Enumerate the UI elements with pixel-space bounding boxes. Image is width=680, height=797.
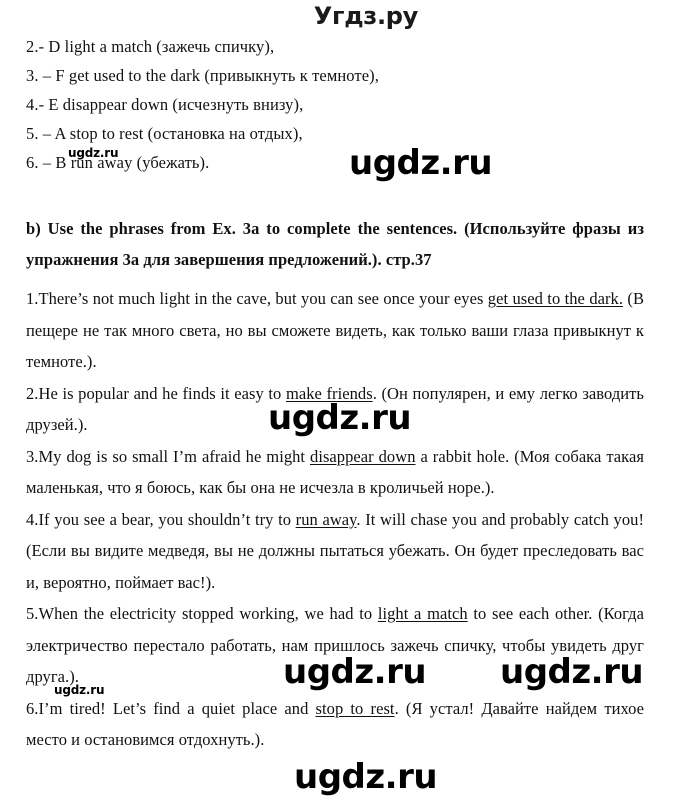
sentence-text-before: There’s not much light in the cave, but … <box>38 289 488 308</box>
answer-key-item: 6. – B run away (убежать). <box>26 153 210 172</box>
sentence-text-before: If you see a bear, you shouldn’t try to <box>38 509 296 529</box>
answer-key-item: 3. – F get used to the dark (привыкнуть … <box>26 66 379 85</box>
sentence-answer: run away <box>295 509 357 529</box>
site-header: Угдз.ру <box>0 2 680 32</box>
sentence-number: 3. <box>26 446 39 466</box>
exercise-sentence: 3.My dog is so small I’m afraid he might… <box>26 441 644 504</box>
sentence-number: 5. <box>26 604 39 623</box>
answer-key-item: 2.- D light a match (зажечь спичку), <box>26 37 275 56</box>
sentence-answer: get used to the dark. <box>487 289 624 308</box>
exercise-sentence: 2.He is popular and he finds it easy to … <box>26 378 644 441</box>
answer-key-list: 2.- D light a match (зажечь спичку), 3. … <box>26 32 644 177</box>
answer-key-item: 5. – A stop to rest (остановка на отдых)… <box>26 124 303 143</box>
sentence-text-before: He is popular and he finds it easy to <box>38 383 286 403</box>
answer-key-item: 4.- E disappear down (исчезнуть внизу), <box>26 95 304 114</box>
exercise-sentence: 4.If you see a bear, you shouldn’t try t… <box>26 504 644 599</box>
sentence-number: 6. <box>26 698 39 718</box>
sentence-answer: make friends <box>285 383 373 403</box>
sentence-text-before: My dog is so small I’m afraid he might <box>38 446 311 466</box>
exercise-sentence: 1.There’s not much light in the cave, bu… <box>26 283 644 378</box>
watermark: ugdz.ru <box>294 757 438 797</box>
sentence-text-before: I’m tired! Let’s find a quiet place and <box>38 698 316 718</box>
document-content: 2.- D light a match (зажечь спичку), 3. … <box>0 32 680 756</box>
exercise-sentence: 6.I’m tired! Let’s find a quiet place an… <box>26 693 644 756</box>
sentence-answer: disappear down <box>310 446 416 466</box>
sentence-answer: light a match <box>377 604 468 623</box>
task-heading: b) Use the phrases from Ex. 3a to comple… <box>26 213 644 275</box>
exercise-sentence: 5.When the electricity stopped working, … <box>26 598 644 693</box>
document-page: 2.- D light a match (зажечь спичку), 3. … <box>0 32 680 756</box>
sentence-number: 2. <box>26 383 39 403</box>
sentence-answer: stop to rest <box>315 698 395 718</box>
sentence-text-before: When the electricity stopped working, we… <box>38 604 378 623</box>
task-heading-text: b) Use the phrases from Ex. 3a to comple… <box>26 219 644 269</box>
sentence-number: 1. <box>26 289 39 308</box>
sentence-number: 4. <box>26 509 39 529</box>
site-brand-title: Угдз.ру <box>313 2 419 30</box>
